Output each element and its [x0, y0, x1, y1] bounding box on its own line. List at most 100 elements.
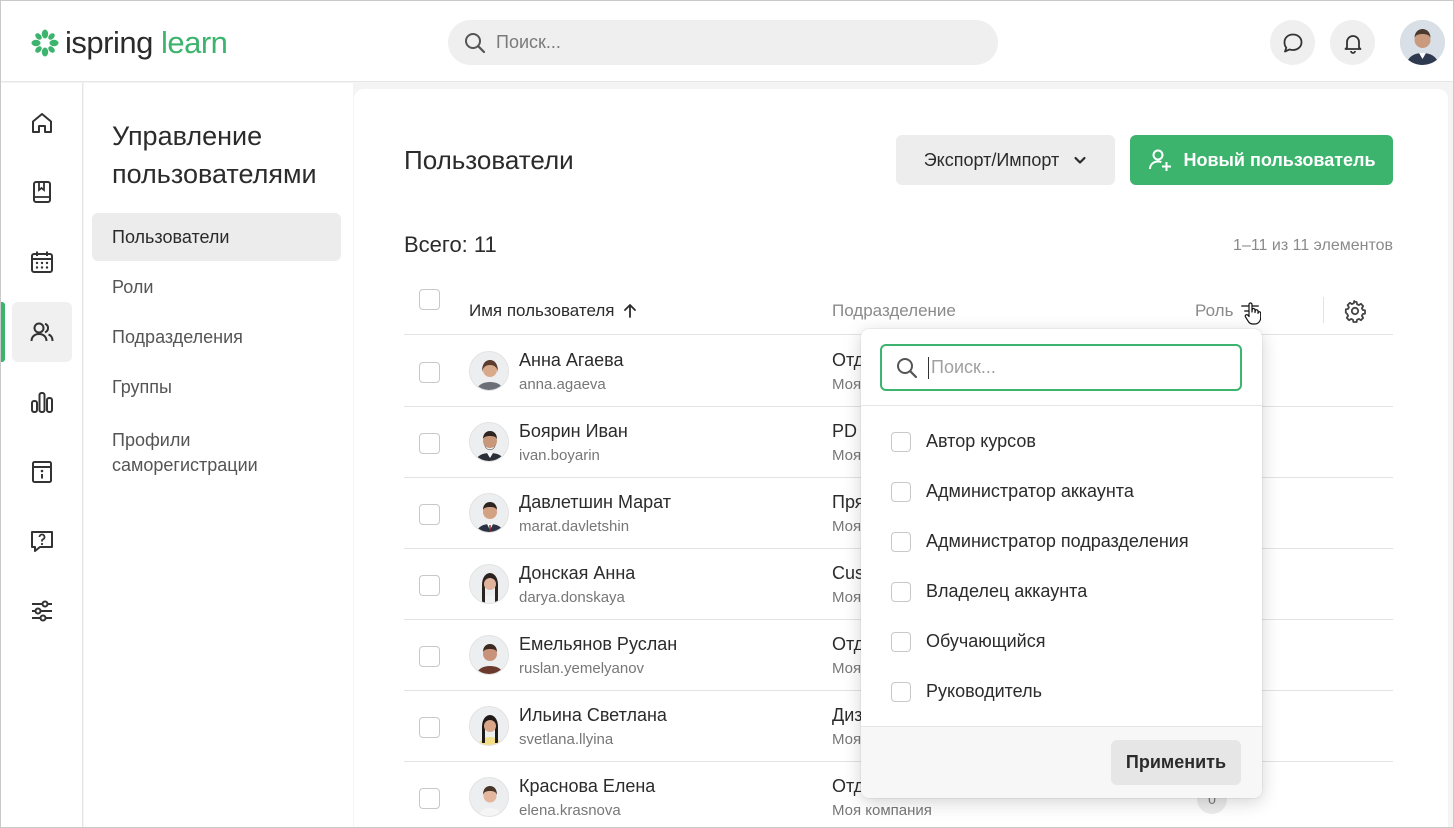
role-option-checkbox[interactable]: [891, 481, 911, 502]
row-checkbox[interactable]: [419, 717, 440, 738]
user-name[interactable]: Ильина Светлана: [519, 705, 667, 726]
nav-item-self-registration[interactable]: Профили саморегистрации: [92, 423, 322, 483]
role-option-checkbox[interactable]: [891, 531, 911, 552]
user-department: Пря: [832, 492, 862, 512]
new-user-label: Новый пользователь: [1183, 149, 1376, 170]
user-name[interactable]: Анна Агаева: [519, 350, 623, 371]
person-photo-icon: [470, 494, 508, 532]
rail-reports[interactable]: [12, 372, 72, 432]
column-dept-label: Подразделение: [832, 301, 956, 320]
user-name[interactable]: Емельянов Руслан: [519, 634, 677, 655]
search-input[interactable]: [496, 32, 976, 53]
dropdown-divider: [861, 405, 1262, 406]
role-filter-search[interactable]: [880, 344, 1242, 391]
role-option-label: Автор курсов: [926, 431, 1036, 451]
user-login: marat.davletshin: [519, 518, 630, 535]
user-company: Моя: [832, 518, 862, 535]
chat-button[interactable]: [1270, 20, 1315, 65]
role-option-checkbox[interactable]: [891, 581, 911, 602]
rail-active-marker: [1, 302, 5, 362]
export-import-button[interactable]: Экспорт/Импорт: [896, 135, 1115, 185]
logo-part2: learn: [160, 25, 228, 60]
gear-icon[interactable]: [1343, 299, 1367, 323]
role-option-checkbox[interactable]: [891, 431, 911, 452]
user-company: Моя: [832, 660, 862, 677]
nav-item-roles[interactable]: Роли: [92, 263, 341, 311]
settings-sliders-icon: [32, 600, 52, 622]
search-icon: [465, 32, 486, 53]
row-checkbox[interactable]: [419, 362, 440, 383]
user-company: Моя: [832, 376, 862, 393]
user-department: Отд: [832, 776, 862, 796]
notifications-button[interactable]: [1330, 20, 1375, 65]
home-icon: [32, 113, 52, 133]
profile-photo-icon: [1400, 20, 1445, 65]
new-user-button[interactable]: Новый пользователь: [1130, 135, 1393, 185]
user-company: Моя: [832, 589, 862, 606]
section-nav: Управление пользователями Пользователи Р…: [84, 83, 353, 827]
user-department: Диз: [832, 705, 862, 725]
nav-item-users[interactable]: Пользователи: [92, 213, 341, 261]
user-name[interactable]: Донская Анна: [519, 563, 635, 584]
role-option[interactable]: Администратор подразделения: [891, 531, 1189, 552]
nav-item-departments[interactable]: Подразделения: [92, 313, 341, 361]
user-login: svetlana.llyina: [519, 731, 614, 748]
hand-cursor-icon: [1244, 302, 1261, 325]
user-department: PD: [832, 421, 858, 441]
column-role-label: Роль: [1195, 301, 1234, 320]
role-option-checkbox[interactable]: [891, 631, 911, 652]
user-login: anna.agaeva: [519, 376, 606, 393]
row-checkbox[interactable]: [419, 433, 440, 454]
row-checkbox[interactable]: [419, 646, 440, 667]
user-name[interactable]: Давлетшин Марат: [519, 492, 671, 513]
role-option-label: Руководитель: [926, 681, 1042, 701]
row-checkbox[interactable]: [419, 504, 440, 525]
ispring-logo-icon: [31, 29, 59, 57]
user-login: ruslan.yemelyanov: [519, 660, 645, 677]
user-login: ivan.boyarin: [519, 447, 600, 464]
nav-item-groups[interactable]: Группы: [92, 363, 341, 411]
user-login: elena.krasnova: [519, 802, 621, 819]
rail-library[interactable]: [12, 162, 72, 222]
avatar: [469, 635, 509, 675]
rail-settings[interactable]: [12, 581, 72, 641]
row-checkbox[interactable]: [419, 575, 440, 596]
avatar: [469, 422, 509, 462]
column-dept-header[interactable]: Подразделение: [832, 301, 956, 321]
rail-help[interactable]: [12, 511, 72, 571]
rail-calendar[interactable]: [12, 232, 72, 292]
user-company: Моя компания: [832, 802, 932, 819]
person-photo-icon: [470, 778, 508, 816]
row-checkbox[interactable]: [419, 788, 440, 809]
role-option[interactable]: Руководитель: [891, 681, 1042, 702]
role-option[interactable]: Обучающийся: [891, 631, 1045, 652]
person-photo-icon: [470, 707, 508, 745]
select-all-checkbox[interactable]: [419, 289, 440, 310]
role-option-label: Администратор подразделения: [926, 531, 1189, 551]
rail-info[interactable]: [12, 442, 72, 502]
user-avatar[interactable]: [1400, 20, 1445, 65]
role-option[interactable]: Владелец аккаунта: [891, 581, 1087, 602]
dropdown-footer: Применить: [861, 726, 1262, 798]
page-title: Пользователи: [404, 145, 574, 175]
role-option[interactable]: Автор курсов: [891, 431, 1036, 452]
role-filter-search-input[interactable]: [931, 357, 1221, 378]
arrow-up-icon: [623, 304, 636, 318]
user-name[interactable]: Боярин Иван: [519, 421, 628, 442]
logo[interactable]: ispring learn: [31, 25, 228, 61]
global-search[interactable]: [448, 20, 998, 65]
logo-text: ispring learn: [65, 25, 228, 61]
rail-home[interactable]: [12, 93, 72, 153]
column-name-header[interactable]: Имя пользователя: [469, 301, 637, 321]
add-user-icon: [1149, 149, 1172, 171]
left-rail: [1, 83, 83, 827]
role-option[interactable]: Администратор аккаунта: [891, 481, 1134, 502]
export-import-label: Экспорт/Импорт: [923, 149, 1060, 170]
person-photo-icon: [470, 352, 508, 390]
apply-button[interactable]: Применить: [1111, 740, 1241, 785]
chart-icon: [31, 392, 53, 413]
rail-users[interactable]: [12, 302, 72, 362]
calendar-icon: [31, 251, 53, 273]
role-option-checkbox[interactable]: [891, 681, 911, 702]
user-name[interactable]: Краснова Елена: [519, 776, 655, 797]
